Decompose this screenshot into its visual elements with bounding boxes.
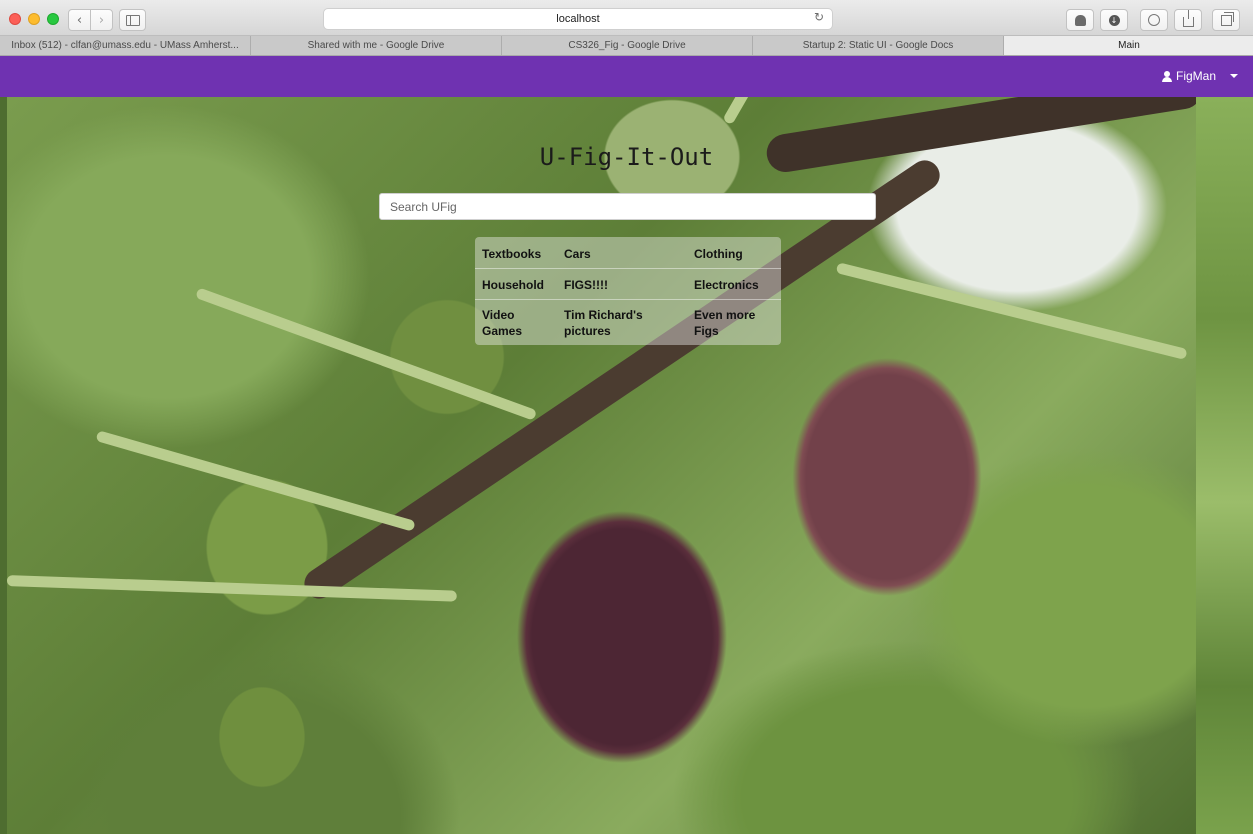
- url-text: localhost: [556, 13, 600, 25]
- user-icon: [1161, 70, 1172, 82]
- category-clothing[interactable]: Clothing: [694, 246, 774, 262]
- minimize-window-button[interactable]: [28, 13, 40, 25]
- share-icon: [1182, 10, 1194, 27]
- category-textbooks[interactable]: Textbooks: [482, 246, 552, 262]
- chevron-left-icon: ‹: [76, 12, 83, 28]
- clock-icon: [1148, 14, 1160, 26]
- category-panel: Textbooks Cars Clothing Household FIGS!!…: [475, 237, 781, 345]
- zoom-window-button[interactable]: [47, 13, 59, 25]
- tab-inbox[interactable]: Inbox (512) - clfan@umass.edu - UMass Am…: [0, 36, 251, 55]
- stem-shape: [7, 575, 457, 602]
- close-window-button[interactable]: [9, 13, 21, 25]
- category-row: Household FIGS!!!! Electronics: [475, 268, 781, 300]
- share-button[interactable]: [1174, 9, 1202, 31]
- stem-shape: [95, 430, 416, 532]
- tab-cs326-fig[interactable]: CS326_Fig - Google Drive: [502, 36, 753, 55]
- category-even-more-figs[interactable]: Even more Figs: [694, 307, 774, 339]
- category-video-games[interactable]: Video Games: [482, 307, 552, 339]
- background-image-edge: [0, 97, 7, 834]
- show-tabs-button[interactable]: [1212, 9, 1240, 31]
- user-name: FigMan: [1175, 69, 1216, 83]
- sidebar-icon: [125, 14, 140, 26]
- category-tim-richards-pictures[interactable]: Tim Richard's pictures: [564, 307, 674, 339]
- tab-bar: Inbox (512) - clfan@umass.edu - UMass Am…: [0, 36, 1253, 56]
- site-navbar: FigMan: [0, 56, 1253, 97]
- chevron-right-icon: ›: [98, 12, 105, 28]
- ghost-icon: [1074, 14, 1086, 26]
- category-row: Video Games Tim Richard's pictures Even …: [475, 299, 781, 345]
- category-electronics[interactable]: Electronics: [694, 277, 774, 293]
- tab-startup-doc[interactable]: Startup 2: Static UI - Google Docs: [753, 36, 1004, 55]
- category-figs[interactable]: FIGS!!!!: [564, 277, 674, 293]
- history-button[interactable]: [1140, 9, 1168, 31]
- stem-shape: [722, 97, 762, 126]
- reload-icon[interactable]: ↻: [814, 10, 824, 24]
- tab-shared-drive[interactable]: Shared with me - Google Drive: [251, 36, 502, 55]
- site-title: U-Fig-It-Out: [539, 143, 714, 171]
- browser-toolbar: ‹ › localhost ↻ ↓: [0, 0, 1253, 36]
- category-row: Textbooks Cars Clothing: [475, 237, 781, 269]
- tab-main[interactable]: Main: [1004, 36, 1253, 55]
- category-cars[interactable]: Cars: [564, 246, 674, 262]
- forward-button[interactable]: ›: [90, 9, 113, 31]
- downloads-button[interactable]: ↓: [1100, 9, 1128, 31]
- back-button[interactable]: ‹: [68, 9, 91, 31]
- stem-shape: [835, 262, 1188, 360]
- caret-down-icon: [1230, 74, 1238, 78]
- download-icon: ↓: [1108, 14, 1120, 26]
- background-image-repeat: [1196, 97, 1253, 834]
- category-household[interactable]: Household: [482, 277, 552, 293]
- user-menu[interactable]: FigMan: [1161, 69, 1238, 83]
- branch-shape: [298, 154, 946, 605]
- search-input[interactable]: [379, 193, 876, 220]
- tabs-icon: [1220, 11, 1234, 26]
- ghostery-extension-button[interactable]: [1066, 9, 1094, 31]
- address-bar[interactable]: localhost ↻: [323, 8, 833, 30]
- sidebar-toggle-button[interactable]: [119, 9, 146, 31]
